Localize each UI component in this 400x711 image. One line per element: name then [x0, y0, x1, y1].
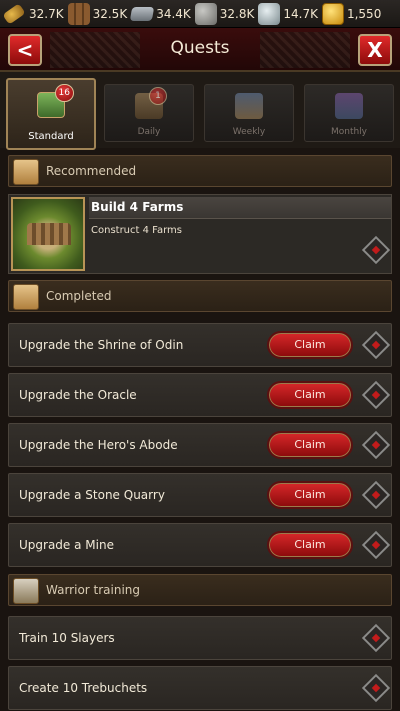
- gold-icon: [321, 2, 344, 25]
- resource-silver-value: 14.7K: [283, 6, 318, 21]
- wood-icon: [67, 2, 90, 25]
- list-item[interactable]: Create 10 Trebuchets: [8, 666, 392, 710]
- resource-silver[interactable]: 14.7K: [258, 0, 318, 28]
- quest-label: Create 10 Trebuchets: [19, 681, 148, 695]
- claim-button[interactable]: Claim: [267, 531, 353, 559]
- farm-thumbnail: [11, 197, 85, 271]
- info-diamond-icon: [361, 430, 391, 460]
- resource-stone-value: 32.8K: [219, 6, 255, 21]
- info-button[interactable]: [361, 380, 391, 410]
- info-button[interactable]: [361, 330, 391, 360]
- resource-gold[interactable]: 1,550: [321, 0, 382, 28]
- stone-icon: [194, 2, 217, 25]
- resource-food-value: 32.7K: [29, 6, 64, 21]
- iron-icon: [129, 6, 155, 21]
- resource-wood-value: 32.5K: [92, 6, 128, 21]
- completed-check-icon: [13, 284, 39, 310]
- monthly-chest-icon: [335, 93, 363, 119]
- close-icon: X: [367, 38, 383, 62]
- info-diamond-icon: [361, 530, 391, 560]
- claim-button[interactable]: Claim: [267, 331, 353, 359]
- tab-standard-label: Standard: [28, 131, 74, 142]
- info-button[interactable]: [361, 673, 391, 703]
- wheat-icon: [2, 2, 26, 25]
- list-item[interactable]: Upgrade the Hero's Abode Claim: [8, 423, 392, 467]
- tab-weekly-label: Weekly: [232, 127, 266, 137]
- recommended-icon: [13, 159, 39, 185]
- crossed-swords-icon: [13, 578, 39, 604]
- tab-monthly-label: Monthly: [330, 127, 368, 137]
- quest-label: Upgrade a Stone Quarry: [19, 488, 165, 502]
- featured-quest-header: Build 4 Farms: [89, 197, 391, 219]
- quest-label: Upgrade the Hero's Abode: [19, 438, 178, 452]
- tab-monthly[interactable]: Monthly: [304, 84, 394, 142]
- section-recommended: Recommended: [8, 155, 392, 187]
- info-diamond-icon: [361, 673, 391, 703]
- resource-food[interactable]: 32.7K: [2, 0, 64, 28]
- tab-standard-badge: 16: [54, 84, 74, 102]
- quest-label: Train 10 Slayers: [19, 631, 115, 645]
- quest-label: Upgrade the Oracle: [19, 388, 137, 402]
- featured-quest-title: Build 4 Farms: [91, 200, 184, 214]
- quest-label: Upgrade a Mine: [19, 538, 114, 552]
- claim-button[interactable]: Claim: [267, 381, 353, 409]
- featured-quest[interactable]: Build 4 Farms Construct 4 Farms: [8, 194, 392, 274]
- section-recommended-label: Recommended: [46, 164, 137, 178]
- info-diamond-icon: [361, 380, 391, 410]
- list-item[interactable]: Upgrade the Oracle Claim: [8, 373, 392, 417]
- info-diamond-icon: [361, 623, 391, 653]
- resource-wood[interactable]: 32.5K: [67, 0, 128, 28]
- resource-iron-value: 34.4K: [156, 6, 191, 21]
- resource-gold-value: 1,550: [346, 6, 382, 21]
- info-diamond-icon: [361, 330, 391, 360]
- featured-quest-description: Construct 4 Farms: [91, 225, 183, 236]
- info-button[interactable]: [361, 530, 391, 560]
- info-diamond-icon: [361, 235, 391, 265]
- info-button[interactable]: [361, 623, 391, 653]
- list-item[interactable]: Upgrade a Mine Claim: [8, 523, 392, 567]
- resource-stone[interactable]: 32.8K: [194, 0, 255, 28]
- info-button[interactable]: [361, 480, 391, 510]
- quest-label: Upgrade the Shrine of Odin: [19, 338, 184, 352]
- list-item[interactable]: Upgrade a Stone Quarry Claim: [8, 473, 392, 517]
- section-warrior-label: Warrior training: [46, 583, 141, 597]
- quest-tabs: 16 Standard 1 Daily Weekly Monthly: [0, 72, 400, 150]
- close-button[interactable]: X: [358, 34, 392, 66]
- tab-daily-badge: 1: [149, 87, 167, 105]
- claim-button[interactable]: Claim: [267, 481, 353, 509]
- silver-icon: [258, 2, 281, 25]
- claim-button[interactable]: Claim: [267, 431, 353, 459]
- page-title: Quests: [170, 38, 230, 58]
- info-button[interactable]: [361, 235, 391, 265]
- tab-daily[interactable]: 1 Daily: [104, 84, 194, 142]
- tab-daily-label: Daily: [137, 127, 161, 137]
- resource-bar: 32.7K 32.5K 34.4K 32.8K 14.7K 1,550: [0, 0, 400, 28]
- info-button[interactable]: [361, 430, 391, 460]
- list-item[interactable]: Train 10 Slayers: [8, 616, 392, 660]
- section-warrior-training: Warrior training: [8, 574, 392, 606]
- section-completed-label: Completed: [46, 289, 112, 303]
- info-diamond-icon: [361, 480, 391, 510]
- tab-standard[interactable]: 16 Standard: [6, 78, 96, 150]
- weekly-chest-icon: [235, 93, 263, 119]
- list-item[interactable]: Upgrade the Shrine of Odin Claim: [8, 323, 392, 367]
- section-completed: Completed: [8, 280, 392, 312]
- title-bar: < Quests X: [0, 28, 400, 72]
- resource-iron[interactable]: 34.4K: [129, 0, 191, 28]
- tab-weekly[interactable]: Weekly: [204, 84, 294, 142]
